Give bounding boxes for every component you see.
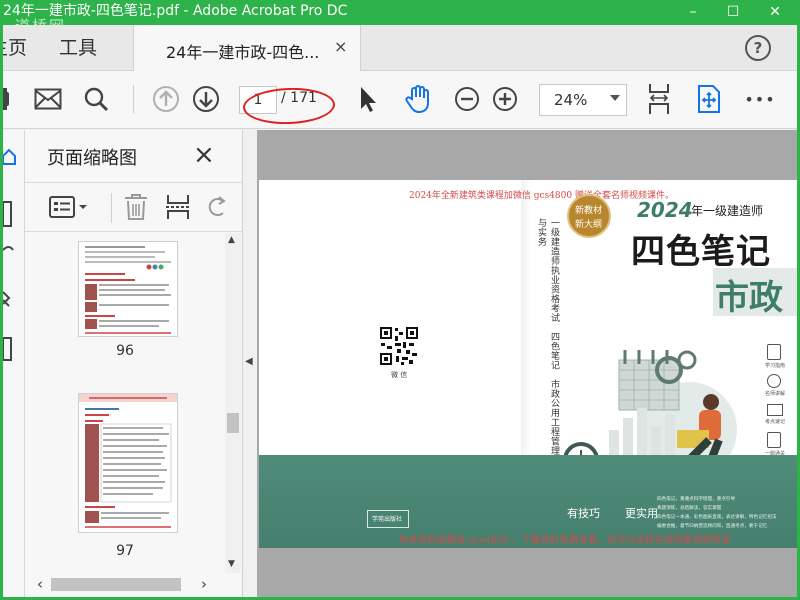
page-thumbnail-97[interactable] — [78, 393, 178, 533]
zoom-in-icon[interactable] — [489, 83, 521, 115]
tab-tools[interactable]: 工具 — [59, 25, 97, 71]
side-feature-label: 学习指南 — [765, 363, 786, 369]
cover-desc-line: 编委会推，督节归纳营造顾问和，直通考点，要于记忆 — [657, 524, 768, 529]
side-feature-label: 名师讲解 — [765, 391, 786, 397]
trash-icon[interactable] — [123, 193, 149, 225]
cover-spine-text: 一级建造师执业资格考试 四色笔记 市政公用工程管理与实务 — [536, 218, 559, 456]
help-icon[interactable]: ? — [745, 35, 771, 61]
viewport-background — [257, 548, 797, 597]
main-toolbar: 1 / 171 24% ••• — [3, 71, 797, 129]
thumbnail-options-icon[interactable] — [49, 195, 89, 223]
chevron-down-icon — [610, 95, 620, 101]
close-panel-icon[interactable]: × — [193, 140, 215, 170]
toolbar-divider — [133, 85, 134, 113]
tab-home[interactable]: 主页 — [3, 25, 27, 71]
scroll-up-icon[interactable]: ▲ — [228, 235, 235, 245]
qr-code-image — [379, 326, 419, 370]
cover-subject: 市政 — [715, 278, 783, 318]
document-viewport[interactable]: 2024年全新建筑类课程加微信 gcs4800 赠送全套名师视频课件。 一级建造… — [257, 130, 797, 597]
publisher-stamp-text: 学苑出版社 — [372, 516, 403, 523]
badge-line-1: 新教材 — [575, 206, 603, 216]
book-icon — [767, 404, 783, 416]
cover-desc-line: 四色笔记一本通，彩色图表直观，表达讲解，特色记忆招法 — [657, 515, 777, 520]
scroll-left-icon[interactable]: ‹ — [37, 575, 43, 593]
cover-top-watermark: 2024年全新建筑类课程加微信 gcs4800 赠送全套名师视频课件。 — [409, 191, 674, 201]
thumbnail-list[interactable]: 96 97 — [25, 233, 225, 573]
checklist-icon — [767, 432, 781, 448]
scroll-mode-icon[interactable] — [643, 83, 675, 115]
select-cursor-icon[interactable] — [353, 83, 383, 115]
zoom-level-value: 24% — [554, 91, 588, 109]
close-window-button[interactable]: ✕ — [755, 3, 795, 23]
cover-year-suffix: 年一级建造师 — [691, 204, 764, 218]
cover-desc-line: 四色笔记，重难点科学梳理，重点引导 — [657, 497, 736, 502]
more-tools-button[interactable]: ••• — [743, 83, 777, 115]
thumbnail-page-number: 97 — [116, 543, 134, 559]
new-edition-badge: 新教材 新大纲 — [567, 194, 611, 238]
cover-slogan-right: 更实用 — [625, 507, 658, 520]
search-icon[interactable] — [79, 83, 113, 115]
title-bar: 24年一建市政-四色笔记.pdf - Adobe Acrobat Pro DC … — [3, 3, 797, 35]
thumbnail-vertical-scrollbar[interactable]: ▲ ▼ — [225, 233, 241, 573]
hand-tool-icon[interactable] — [401, 83, 435, 115]
badge-line-2: 新大纲 — [575, 220, 603, 230]
horizontal-scroll-thumb[interactable] — [51, 578, 181, 591]
previous-page-icon[interactable] — [149, 83, 183, 115]
publisher-stamp: 学苑出版社 — [367, 510, 409, 528]
zoom-level-select[interactable]: 24% — [539, 84, 627, 116]
menu-tab-bar: 主页 工具 24年一建市政-四色... × ? — [3, 25, 797, 72]
acrobat-window: 24年一建市政-四色笔记.pdf - Adobe Acrobat Pro DC … — [3, 3, 797, 597]
minimize-button[interactable]: – — [673, 3, 713, 23]
tab-document[interactable]: 24年一建市政-四色... × — [133, 25, 361, 72]
navigation-strip — [3, 130, 25, 597]
rotate-icon[interactable] — [207, 193, 227, 225]
scroll-right-icon[interactable]: › — [201, 575, 207, 593]
next-page-icon[interactable] — [189, 83, 223, 115]
cover-main-title: 四色笔记 — [631, 232, 771, 272]
guide-icon — [767, 344, 781, 360]
scroll-down-icon[interactable]: ▼ — [228, 559, 235, 569]
extract-pages-icon[interactable] — [165, 193, 191, 225]
side-feature-label: 考点速记 — [765, 419, 786, 425]
zoom-out-icon[interactable] — [451, 83, 483, 115]
cover-bottom-watermark: 有关资料加微信 gcs4800 ，下载资料免费查看，也可以选择在线观看视频资源 — [399, 535, 731, 546]
cover-desc-line: 真题演练，总结解读，答实掌握 — [657, 506, 722, 511]
document-tab-label: 24年一建市政-四色... — [166, 43, 320, 62]
maximize-button[interactable]: ☐ — [713, 3, 753, 23]
book-cover-page: 2024年全新建筑类课程加微信 gcs4800 赠送全套名师视频课件。 一级建造… — [259, 180, 797, 548]
settings-icon[interactable] — [3, 83, 15, 115]
thumbnail-horizontal-scrollbar[interactable]: ‹ › — [35, 575, 215, 593]
fit-page-icon[interactable] — [693, 83, 725, 115]
collapse-panel-icon[interactable]: ◀ — [245, 356, 253, 367]
close-tab-icon[interactable]: × — [334, 37, 347, 56]
cover-slogan-left: 有技巧 — [567, 507, 600, 520]
panel-title: 页面缩略图 — [47, 148, 137, 169]
vertical-scroll-thumb[interactable] — [227, 413, 239, 433]
thumbnail-toolbar — [25, 182, 243, 232]
email-icon[interactable] — [31, 83, 65, 115]
lecture-icon — [767, 374, 781, 388]
page-thumbnail-96[interactable] — [78, 241, 178, 337]
panel-collapse-gutter[interactable]: ◀ — [243, 130, 257, 597]
page-thumbnails-panel: 页面缩略图 × 96 97 ▲ ▼ ‹ › — [25, 130, 243, 597]
tools-divider — [111, 193, 112, 223]
cover-year: 2024 — [637, 198, 693, 222]
thumbnail-page-number: 96 — [116, 343, 134, 359]
qr-caption: 微 信 — [391, 371, 408, 379]
